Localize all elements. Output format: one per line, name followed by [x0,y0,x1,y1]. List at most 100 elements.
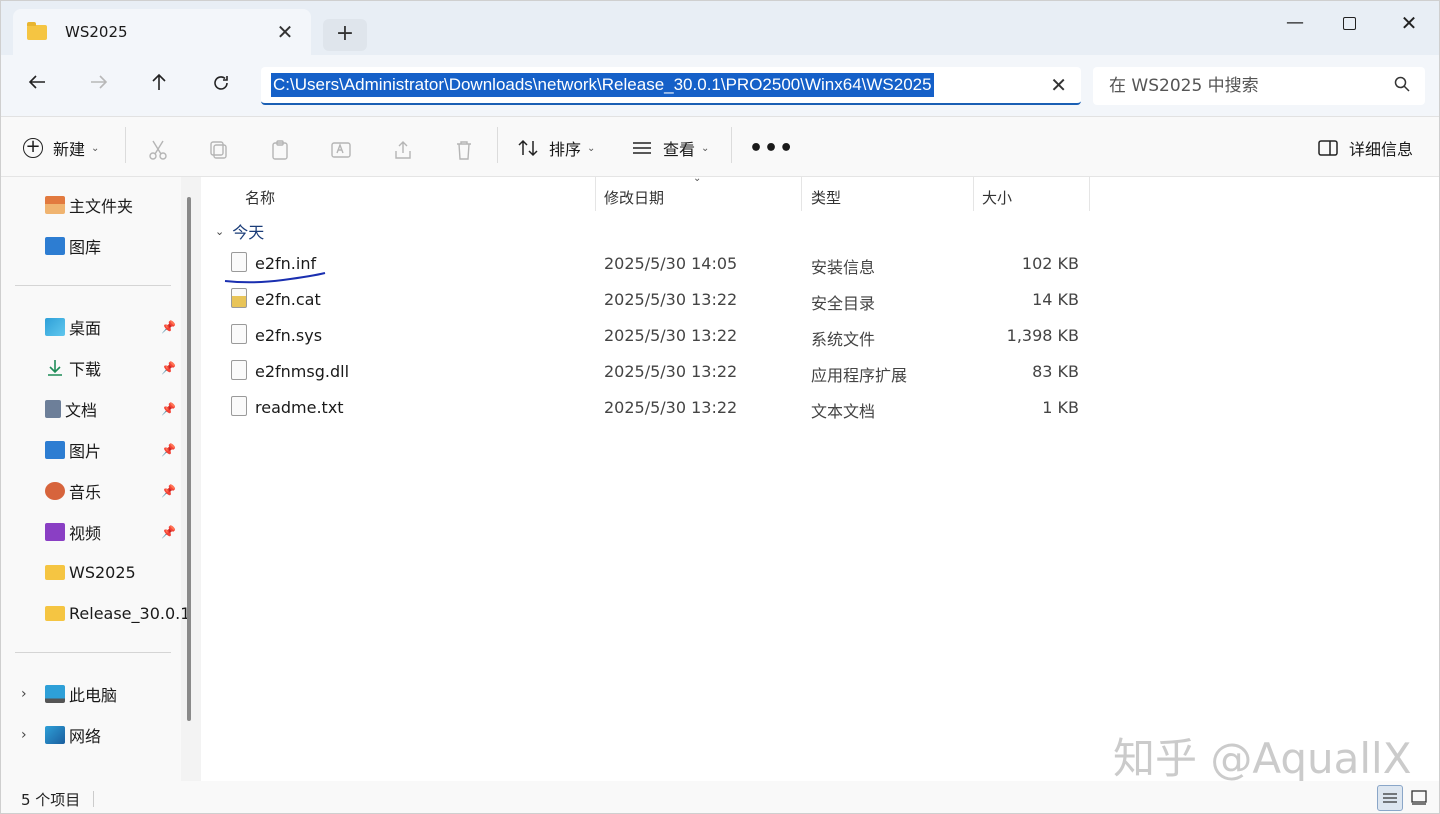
maximize-icon [1342,16,1356,30]
column-divider[interactable] [595,177,596,211]
clear-address-icon[interactable]: ✕ [1050,73,1067,97]
column-header-name[interactable]: 名称 [245,181,275,215]
view-button[interactable]: 查看 ⌄ [631,131,709,165]
cut-icon[interactable] [147,139,169,161]
details-label: 详细信息 [1349,140,1414,159]
pin-icon[interactable]: 📌 [161,484,176,498]
file-row[interactable]: readme.txt 2025/5/30 13:22 文本文档 1 KB [221,390,1101,424]
file-date: 2025/5/30 14:05 [604,254,738,273]
chevron-down-icon: ⌄ [91,142,100,154]
file-row[interactable]: e2fn.inf 2025/5/30 14:05 安装信息 102 KB [221,246,1101,280]
folder-icon [45,605,65,621]
column-divider[interactable] [973,177,974,211]
chevron-right-icon[interactable]: › [21,686,27,702]
home-icon [45,196,65,214]
file-type: 文本文档 [811,402,876,421]
column-header-size[interactable]: 大小 [982,181,1012,215]
file-list-pane: 名称 ⌄ 修改日期 类型 大小 ⌄ 今天 e2fn.inf 2025/5/30 … [201,173,1439,781]
command-bar: + 新建 ⌄ 排序 ⌄ 查看 ⌄ ••• 详细信息 [1,117,1439,177]
search-input[interactable] [1109,76,1369,96]
group-header-today[interactable]: ⌄ 今天 [215,219,264,243]
share-icon[interactable] [392,139,414,161]
sidebar-item-downloads[interactable]: 下载 📌 [45,352,181,384]
more-options-button[interactable]: ••• [749,131,794,165]
file-row[interactable]: e2fnmsg.dll 2025/5/30 13:22 应用程序扩展 83 KB [221,354,1101,388]
pin-icon[interactable]: 📌 [161,402,176,416]
new-tab-button[interactable]: + [323,19,367,51]
sidebar-item-label: 图库 [69,238,102,257]
file-size: 1,398 KB [1006,326,1079,345]
pin-icon[interactable]: 📌 [161,525,176,539]
delete-icon[interactable] [453,139,475,161]
sidebar-item-label: 主文件夹 [69,197,134,216]
sidebar-item-desktop[interactable]: 桌面 📌 [45,311,181,343]
pictures-icon [45,441,65,459]
sidebar-item-label: 音乐 [69,483,102,502]
new-button[interactable]: + 新建 ⌄ [23,131,99,165]
sidebar-item-music[interactable]: 音乐 📌 [45,475,181,507]
tab-ws2025[interactable]: WS2025 ✕ [13,9,311,55]
sidebar-item-this-pc[interactable]: › 此电脑 [21,678,181,710]
pin-icon[interactable]: 📌 [161,320,176,334]
sidebar-item-network[interactable]: › 网络 [21,719,181,751]
tiles-view-icon [1411,790,1427,805]
maximize-button[interactable] [1321,9,1377,37]
file-date: 2025/5/30 13:22 [604,326,738,345]
tab-close-icon[interactable]: ✕ [273,20,297,44]
address-path[interactable]: C:\Users\Administrator\Downloads\network… [271,73,934,97]
dll-file-icon [231,360,247,380]
chevron-right-icon[interactable]: › [21,727,27,743]
column-header-date[interactable]: 修改日期 [604,181,664,215]
tiles-view-button[interactable] [1407,785,1433,811]
rename-icon[interactable] [330,139,352,161]
toolbar-divider [125,127,126,163]
close-window-button[interactable]: ✕ [1381,9,1437,37]
sidebar-item-documents[interactable]: 文档 📌 [45,393,181,425]
sidebar-item-label: 网络 [69,727,102,746]
search-box[interactable] [1093,67,1425,105]
column-divider[interactable] [801,177,802,211]
sidebar-item-videos[interactable]: 视频 📌 [45,516,181,548]
sort-button[interactable]: 排序 ⌄ [517,131,595,165]
folder-icon [27,21,47,40]
sidebar-item-label: 视频 [69,524,102,543]
cat-file-icon [231,288,247,308]
sidebar-item-label: 文档 [65,401,98,420]
back-button[interactable] [17,69,57,103]
search-icon[interactable] [1393,75,1411,93]
details-view-button[interactable] [1377,785,1403,811]
pin-icon[interactable]: 📌 [161,361,176,375]
sort-indicator-icon: ⌄ [693,173,702,184]
column-header-type[interactable]: 类型 [811,181,841,215]
pin-icon[interactable]: 📌 [161,443,176,457]
minimize-button[interactable]: — [1267,9,1323,37]
forward-button[interactable] [79,69,119,103]
navigation-pane: 主文件夹 图库 桌面 📌 下载 📌 文档 📌 图片 📌 音乐 📌 视频 📌 WS… [1,177,190,781]
file-date: 2025/5/30 13:22 [604,362,738,381]
sidebar-item-ws2025[interactable]: WS2025 [45,556,181,588]
refresh-button[interactable] [201,69,241,103]
arrow-right-icon [91,75,108,89]
sidebar-item-pictures[interactable]: 图片 📌 [45,434,181,466]
sidebar-scrollbar[interactable] [187,197,191,721]
column-divider[interactable] [1089,177,1090,211]
sidebar-item-home[interactable]: 主文件夹 [45,189,181,221]
file-row[interactable]: e2fn.sys 2025/5/30 13:22 系统文件 1,398 KB [221,318,1101,352]
sidebar-item-label: 桌面 [69,319,102,338]
paste-icon[interactable] [269,139,291,161]
address-bar[interactable]: C:\Users\Administrator\Downloads\network… [261,67,1081,105]
file-row[interactable]: e2fn.cat 2025/5/30 13:22 安全目录 14 KB [221,282,1101,316]
plus-circle-icon: + [23,138,43,158]
file-type: 安全目录 [811,294,876,313]
sys-file-icon [231,324,247,344]
item-count: 5 个项目 [21,791,81,809]
file-date: 2025/5/30 13:22 [604,290,738,309]
copy-icon[interactable] [208,139,230,161]
folder-icon [45,564,65,580]
annotation-underline [224,272,326,284]
tab-title: WS2025 [65,23,128,41]
up-button[interactable] [139,69,179,103]
sidebar-item-release[interactable]: Release_30.0.1 [45,597,190,629]
details-pane-button[interactable]: 详细信息 [1317,131,1413,165]
sidebar-item-gallery[interactable]: 图库 [45,230,181,262]
